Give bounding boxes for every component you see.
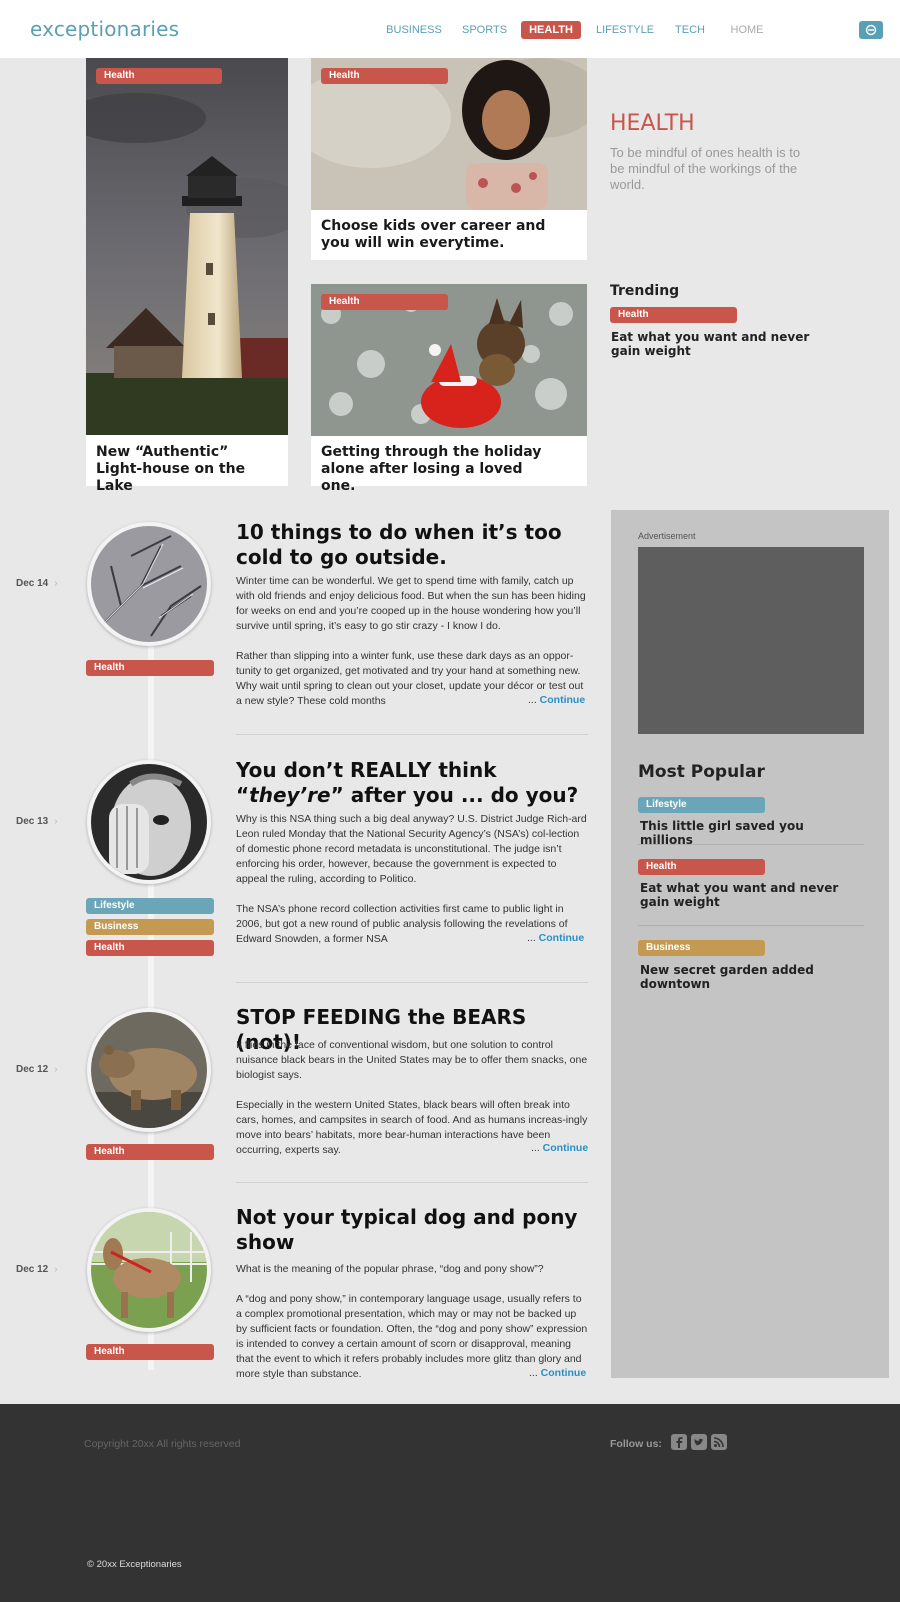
nav-item-lifestyle[interactable]: LIFESTYLE [596,21,654,39]
rss-icon[interactable] [711,1434,727,1450]
section-title: HEALTH [610,111,695,136]
continue-link[interactable]: ... Continue [528,694,585,706]
nav-item-sports[interactable]: SPORTS [462,21,507,39]
popular-tag-health[interactable]: Health [638,859,765,875]
post-divider [236,1182,588,1183]
post-tag-business[interactable]: Business [86,919,214,935]
lighthouse-title[interactable]: New “Authentic” Light-house on the Lake [96,444,276,495]
post-thumbnail-bear[interactable] [87,1008,211,1132]
popular-tag-lifestyle[interactable]: Lifestyle [638,797,765,813]
post-divider [236,734,588,735]
post-date: Dec 13 [16,816,58,827]
popular-item-title[interactable]: New secret garden added downtown [640,963,860,991]
post-date: Dec 12 [16,1064,58,1075]
refresh-icon [865,24,877,36]
header-menu-button[interactable] [859,21,883,39]
lighthouse-photo [86,58,288,435]
post-tag-lifestyle[interactable]: Lifestyle [86,898,214,914]
post-thumbnail-pony[interactable] [87,1208,211,1332]
feature-card-kids[interactable]: Health Choose kids over career and you w… [311,58,587,260]
post-tag-health[interactable]: Health [86,940,214,956]
popular-divider [638,925,864,926]
site-footer [0,1404,900,1602]
post-excerpt: What is the meaning of the popular phras… [236,1263,544,1275]
continue-link[interactable]: ... Continue [529,1367,586,1379]
post-title[interactable]: Not your typical dog and pony show [236,1205,586,1255]
post-excerpt: Winter time can be wonderful. We get to … [236,575,586,632]
nav-item-business[interactable]: BUSINESS [386,21,442,39]
nav-item-home[interactable]: HOME [727,21,767,39]
post-excerpt: Why is this NSA thing such a big deal an… [236,813,587,885]
nav-item-tech[interactable]: TECH [673,21,707,39]
advertisement-label: Advertisement [638,531,696,541]
post-tag-health[interactable]: Health [86,660,214,676]
site-logo[interactable]: exceptionaries [30,17,179,41]
post-excerpt: It flies in the face of conventional wis… [236,1039,588,1081]
advertisement-box[interactable] [638,547,864,734]
post-thumbnail-man-face[interactable] [87,760,211,884]
facebook-icon[interactable] [671,1434,687,1450]
continue-link[interactable]: ... Continue [527,932,584,944]
popular-divider [638,844,864,845]
section-description: To be mindful of ones health is to be mi… [610,145,801,192]
holiday-title[interactable]: Getting through the holiday alone after … [321,444,561,495]
twitter-icon[interactable] [691,1434,707,1450]
popular-item-title[interactable]: Eat what you want and never gain weight [640,881,860,909]
post-divider [236,982,588,983]
continue-link[interactable]: ... Continue [531,1142,588,1154]
kids-title[interactable]: Choose kids over career and you will win… [321,218,571,252]
footer-bottom-copyright: © 20xx Exceptionaries [87,1559,182,1570]
post-date: Dec 14 [16,578,58,589]
lighthouse-tag[interactable]: Health [96,68,222,84]
post-tag-health[interactable]: Health [86,1344,214,1360]
holiday-tag[interactable]: Health [321,294,448,310]
post-date: Dec 12 [16,1264,58,1275]
trending-title[interactable]: Eat what you want and never gain weight [611,330,821,358]
feature-card-holiday[interactable]: Health Getting through the holiday alone… [311,284,587,494]
site-header: exceptionaries BUSINESS SPORTS HEALTH LI… [0,0,900,58]
post-title[interactable]: You don’t REALLY think “they’re” after y… [236,758,586,808]
trending-heading: Trending [610,283,680,299]
most-popular-heading: Most Popular [638,762,765,782]
popular-item-title[interactable]: This little girl saved you millions [640,819,860,847]
post-thumbnail-icy-branches[interactable] [87,522,211,646]
post-title[interactable]: 10 things to do when it’s too cold to go… [236,520,586,570]
popular-tag-business[interactable]: Business [638,940,765,956]
post-tag-health[interactable]: Health [86,1144,214,1160]
nav-item-health[interactable]: HEALTH [521,21,581,39]
follow-us-label: Follow us: [610,1438,662,1450]
feature-card-lighthouse[interactable]: Health New “Authentic” Light-house on th… [86,58,288,494]
trending-tag[interactable]: Health [610,307,737,323]
kids-tag[interactable]: Health [321,68,448,84]
footer-copyright: Copyright 20xx All rights reserved [84,1438,241,1450]
